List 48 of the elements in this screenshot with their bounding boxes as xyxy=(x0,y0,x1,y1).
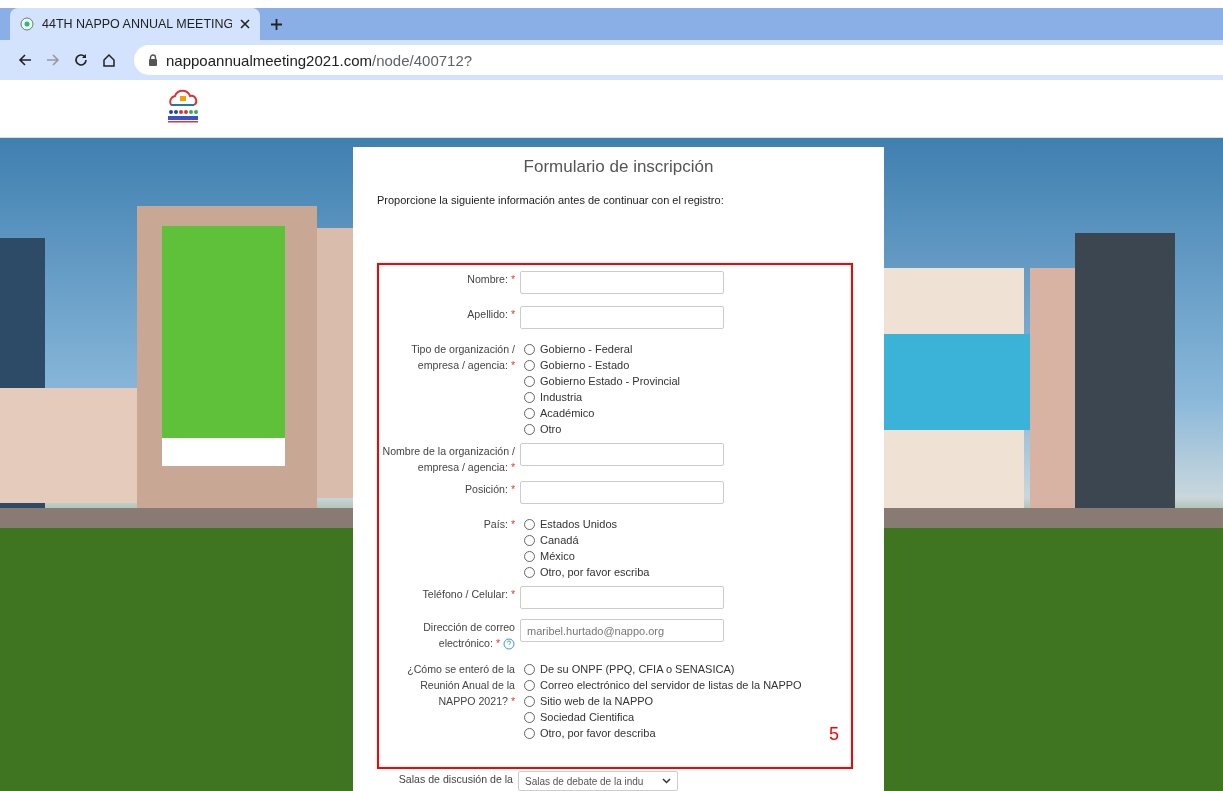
text-field[interactable] xyxy=(520,306,724,329)
form-title: Formulario de inscripción xyxy=(522,157,715,177)
help-icon[interactable] xyxy=(503,638,515,651)
annotation-label: 5 xyxy=(829,724,839,745)
select-field[interactable]: Salas de debate de la indu xyxy=(518,771,678,791)
radio-option[interactable]: Otro xyxy=(520,421,562,437)
chevron-down-icon xyxy=(662,778,671,784)
text-field[interactable]: maribel.hurtado@nappo.org xyxy=(520,619,724,642)
radio-option[interactable]: Gobierno Estado - Provincial xyxy=(520,373,680,389)
radio-option[interactable]: Canadá xyxy=(520,532,579,548)
field-label: Dirección de correo electrónico: * xyxy=(422,620,515,651)
field-label: País: * xyxy=(482,517,515,532)
home-icon[interactable] xyxy=(102,53,116,67)
forward-icon[interactable] xyxy=(46,53,60,67)
field-label: Nombre: * xyxy=(466,272,515,287)
text-field[interactable] xyxy=(520,443,724,466)
reload-icon[interactable] xyxy=(74,53,88,67)
form-intro: Proporcione la siguiente información antes de continuar con el registro: xyxy=(377,194,725,206)
radio-option[interactable]: Industria xyxy=(520,389,583,405)
field-label: Tipo de organización / empresa / agencia: * xyxy=(410,342,515,373)
field-label: Apellido: * xyxy=(466,307,515,322)
radio-option[interactable]: Estados Unidos xyxy=(520,516,618,532)
field-label: Nombre de la organización / empresa / agencia: * xyxy=(381,444,515,475)
radio-option[interactable]: Otro, por favor describa xyxy=(520,725,656,741)
back-icon[interactable] xyxy=(18,53,32,67)
radio-option[interactable]: Correo electrónico del servidor de listas de la NAPPO xyxy=(520,677,802,693)
radio-option[interactable]: Sociedad Cientifica xyxy=(520,709,635,725)
radio-option[interactable]: Gobierno - Estado xyxy=(520,357,630,373)
radio-option[interactable]: De su ONPF (PPQ, CFIA o SENASICA) xyxy=(520,661,735,677)
field-label: Posición: * xyxy=(463,482,515,497)
radio-option[interactable]: México xyxy=(520,548,575,564)
text-field[interactable] xyxy=(520,586,724,609)
url-text: nappoannualmeeting2021.com/node/400712? xyxy=(166,51,473,69)
field-label: Salas de discusión de la xyxy=(397,772,513,787)
browser-tab[interactable]: 44TH NAPPO ANNUAL MEETING xyxy=(10,8,260,40)
radio-option[interactable]: Otro, por favor escriba xyxy=(520,564,650,580)
field-label: ¿Cómo se enteró de la Reunión Anual de la NAPPO 2021? * xyxy=(406,662,515,709)
radio-option[interactable]: Académico xyxy=(520,405,595,421)
lock-icon xyxy=(148,54,158,66)
field-label: Teléfono / Celular: * xyxy=(421,587,515,602)
new-tab-icon[interactable] xyxy=(270,17,283,31)
text-field[interactable] xyxy=(520,481,724,504)
address-bar[interactable]: nappoannualmeeting2021.com/node/400712? xyxy=(134,45,1223,75)
radio-option[interactable]: Gobierno - Federal xyxy=(520,341,633,357)
radio-option[interactable]: Sitio web de la NAPPO xyxy=(520,693,654,709)
tab-title: 44TH NAPPO ANNUAL MEETING xyxy=(42,17,232,31)
close-icon[interactable] xyxy=(240,19,250,29)
text-field[interactable] xyxy=(520,271,724,294)
